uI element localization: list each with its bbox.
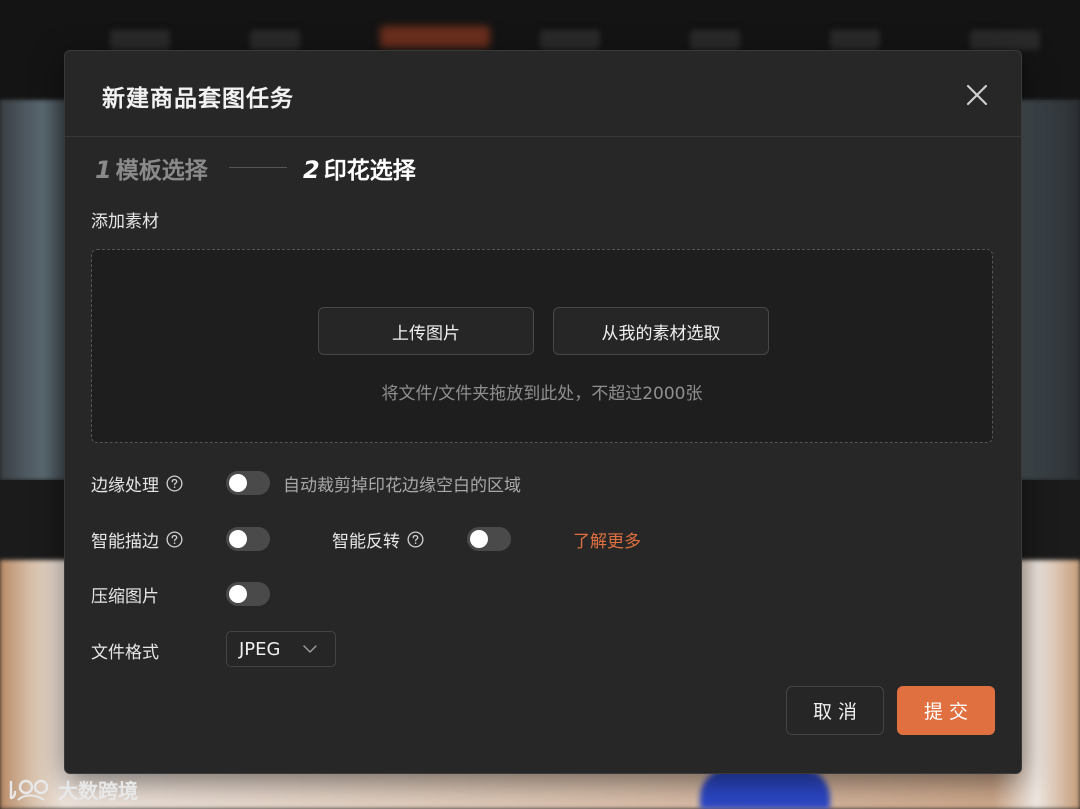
- step-print-select: 2 印花选择: [303, 151, 416, 185]
- watermark-logo: 大数跨境: [8, 774, 138, 804]
- step-template-select[interactable]: 1 模板选择: [95, 151, 208, 185]
- dialog-header: 新建商品套图任务: [65, 51, 1021, 137]
- step-label: 模板选择: [115, 158, 208, 184]
- step-number: 2: [303, 156, 320, 184]
- close-button[interactable]: [961, 79, 993, 111]
- upload-image-button[interactable]: 上传图片: [318, 307, 534, 355]
- select-from-library-button[interactable]: 从我的素材选取: [553, 307, 769, 355]
- file-format-select[interactable]: JPEG: [226, 631, 336, 667]
- background-blur-item: [830, 30, 880, 50]
- edge-processing-label: 边缘处理: [91, 471, 183, 496]
- background-blue-shape: [700, 768, 830, 809]
- logo-icon: [9, 779, 49, 801]
- help-icon[interactable]: [166, 475, 183, 492]
- file-format-label: 文件格式: [91, 638, 159, 663]
- background-blur-accent: [380, 26, 490, 48]
- compress-image-label: 压缩图片: [91, 582, 159, 607]
- toggle-knob: [229, 474, 247, 492]
- learn-more-link[interactable]: 了解更多: [573, 527, 641, 552]
- close-icon: [966, 84, 988, 106]
- edge-processing-description: 自动裁剪掉印花边缘空白的区域: [283, 476, 521, 496]
- smart-invert-label: 智能反转: [332, 527, 424, 552]
- background-blur-item: [110, 30, 170, 50]
- submit-button[interactable]: 提交: [897, 686, 995, 735]
- help-icon[interactable]: [166, 531, 183, 548]
- chevron-down-icon: [303, 645, 317, 653]
- background-blur-item: [250, 30, 300, 50]
- file-format-text: 文件格式: [91, 643, 159, 663]
- new-task-dialog: 新建商品套图任务 1 模板选择 2 印花选择 添加素材 上传图片 从我的素材选取 将…: [64, 50, 1022, 774]
- compress-image-text: 压缩图片: [91, 587, 159, 607]
- add-material-label: 添加素材: [91, 212, 159, 232]
- toggle-knob: [229, 585, 247, 603]
- step-label: 印花选择: [323, 158, 416, 184]
- smart-invert-text: 智能反转: [332, 532, 400, 552]
- compress-image-toggle[interactable]: [226, 582, 270, 606]
- background-blur-item: [970, 30, 1040, 50]
- background-blur-item: [540, 30, 600, 50]
- cancel-button[interactable]: 取消: [786, 686, 884, 735]
- help-icon[interactable]: [407, 531, 424, 548]
- edge-processing-toggle[interactable]: [226, 471, 270, 495]
- toggle-knob: [470, 530, 488, 548]
- edge-processing-text: 边缘处理: [91, 476, 159, 496]
- smart-stroke-text: 智能描边: [91, 532, 159, 552]
- file-dropzone[interactable]: 上传图片 从我的素材选取 将文件/文件夹拖放到此处，不超过2000张: [91, 249, 993, 443]
- dropzone-hint: 将文件/文件夹拖放到此处，不超过2000张: [381, 384, 703, 404]
- smart-stroke-toggle[interactable]: [226, 527, 270, 551]
- smart-invert-toggle[interactable]: [467, 527, 511, 551]
- toggle-knob: [229, 530, 247, 548]
- background-blur-item: [690, 30, 740, 50]
- file-format-value: JPEG: [239, 639, 281, 660]
- dialog-title: 新建商品套图任务: [102, 86, 294, 112]
- step-connector: [229, 167, 287, 168]
- smart-stroke-label: 智能描边: [91, 527, 183, 552]
- step-number: 1: [95, 156, 112, 184]
- watermark-text: 大数跨境: [58, 778, 138, 803]
